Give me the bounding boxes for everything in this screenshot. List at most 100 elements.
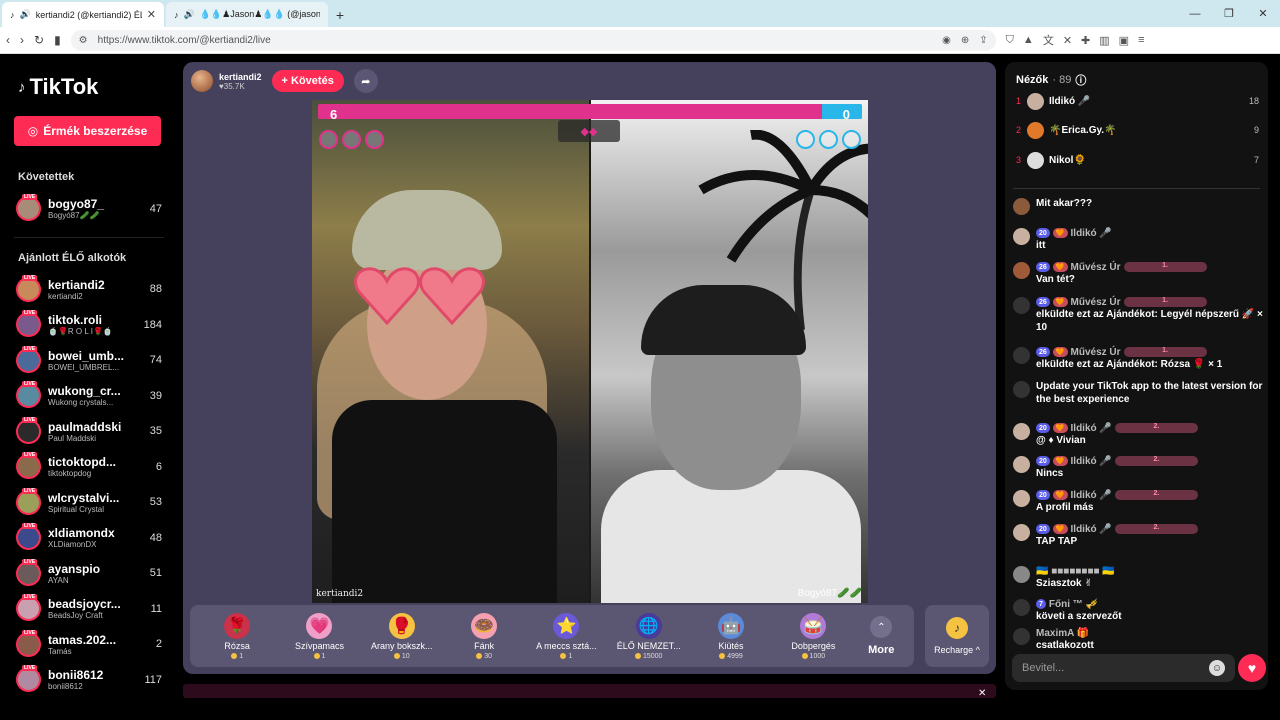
viewer-score: 9 <box>1253 125 1259 135</box>
message-username[interactable]: MaximA 🎁 <box>1036 628 1089 639</box>
new-tab-button[interactable]: + <box>328 2 352 27</box>
wallet-icon[interactable]: ▣ <box>1119 34 1129 47</box>
creator-item[interactable]: LIVE bowei_umb... BOWEI_UMBREL... 74 <box>14 343 162 379</box>
cast-icon[interactable]: ◉ <box>942 35 951 46</box>
host-name[interactable]: kertiandi2 <box>219 72 262 82</box>
more-gifts-button[interactable]: ⌃ More <box>855 616 909 656</box>
extension-icon[interactable]: ✕ <box>1063 34 1072 47</box>
address-bar[interactable]: ⚙ https://www.tiktok.com/@kertiandi2/liv… <box>70 29 996 51</box>
message-meta: MaximA 🎁 <box>1036 627 1263 639</box>
message-username[interactable]: Ildikó 🎤 <box>1071 228 1112 239</box>
supporter-avatar[interactable] <box>319 130 338 149</box>
tiktok-logo[interactable]: ♪ TikTok <box>18 70 162 104</box>
browser-tab-inactive[interactable]: ♪ 🔊 💧💧♟Jason♟💧💧 (@jason_sam <box>166 2 328 27</box>
gift-name: Arany bokszk... <box>371 640 433 651</box>
chat-input-placeholder[interactable]: Bevitel... <box>1022 662 1064 674</box>
viewer-rank-row[interactable]: 3 Nikol🌻 7 <box>1016 150 1259 170</box>
share-icon[interactable]: ⇪ <box>979 35 987 46</box>
banner-close-icon[interactable]: ✕ <box>978 688 986 699</box>
message-avatar[interactable] <box>1013 456 1030 473</box>
puzzle-icon[interactable]: ✚ <box>1081 34 1090 47</box>
gift-item[interactable]: 🥁 Dobpergés 1000 <box>772 612 854 660</box>
share-button[interactable]: ➦ <box>353 69 378 93</box>
gift-item[interactable]: 💗 Szívpamacs 1 <box>278 612 360 660</box>
creator-item[interactable]: LIVE tictoktopd... tiktoktopdog 6 <box>14 449 162 485</box>
browser-tab-active[interactable]: ♪ 🔊 kertiandi2 (@kertiandi2) ÉLŐ ✕ <box>2 2 164 27</box>
url-text[interactable]: https://www.tiktok.com/@kertiandi2/live <box>98 35 933 46</box>
creator-item[interactable]: LIVE kertiandi2 kertiandi2 88 <box>14 272 162 308</box>
message-avatar[interactable] <box>1013 490 1030 507</box>
get-coins-button[interactable]: ◎ Érmék beszerzése <box>14 116 161 146</box>
creator-item[interactable]: LIVE wukong_cr... Wukong crystals... 39 <box>14 378 162 414</box>
gift-item[interactable]: ⭐ A meccs sztá... 1 <box>525 612 607 660</box>
message-username[interactable]: Ildikó 🎤 <box>1071 456 1112 467</box>
supporter-avatar[interactable] <box>796 130 815 149</box>
message-username[interactable]: 🇺🇦 ■■■■■■■■ 🇺🇦 <box>1036 566 1115 577</box>
gift-item[interactable]: 🥊 Arany bokszk... 10 <box>361 612 443 660</box>
message-username[interactable]: Művész Úr <box>1071 347 1121 358</box>
message-avatar[interactable] <box>1013 297 1030 314</box>
gift-item[interactable]: 🌹 Rózsa 1 <box>196 612 278 660</box>
message-avatar[interactable] <box>1013 198 1030 215</box>
viewer-rank-row[interactable]: 1 Ildikó 🎤 18 <box>1016 91 1259 111</box>
message-avatar[interactable] <box>1013 599 1030 616</box>
supporter-avatar[interactable] <box>819 130 838 149</box>
message-username[interactable]: Főni ™ 🎺 <box>1049 599 1098 610</box>
creator-name: kertiandi2 <box>48 277 105 292</box>
follow-button[interactable]: + Követés <box>271 70 344 92</box>
creator-item[interactable]: LIVE ayanspio AYAN 51 <box>14 556 162 592</box>
forward-icon[interactable]: › <box>20 33 24 47</box>
minimize-icon[interactable]: — <box>1178 0 1212 27</box>
viewer-count: 48 <box>149 531 162 544</box>
recharge-button[interactable]: ♪ Recharge ^ <box>925 605 989 667</box>
chat-input[interactable]: Bevitel... ☺ <box>1012 654 1235 682</box>
bookmark-icon[interactable]: ▮ <box>54 33 61 47</box>
creator-item[interactable]: LIVE wlcrystalvi... Spiritual Crystal 53 <box>14 485 162 521</box>
triangle-icon[interactable]: ▲ <box>1023 34 1034 46</box>
like-button[interactable]: ♥ <box>1238 654 1266 682</box>
message-username[interactable]: Ildikó 🎤 <box>1071 524 1112 535</box>
gift-item[interactable]: 🌐 ÉLŐ NEMZET... 15000 <box>608 612 690 660</box>
message-avatar[interactable] <box>1013 381 1030 398</box>
supporter-avatar[interactable] <box>342 130 361 149</box>
gift-item[interactable]: 🍩 Fánk 30 <box>443 612 525 660</box>
message-avatar[interactable] <box>1013 566 1030 583</box>
translate-icon[interactable]: 文 <box>1043 32 1054 48</box>
restore-icon[interactable]: ❐ <box>1212 0 1246 27</box>
creator-name: beadsjoycr... <box>48 597 121 612</box>
message-avatar[interactable] <box>1013 524 1030 541</box>
gift-item[interactable]: 🤖 Kiütés 4999 <box>690 612 772 660</box>
creator-item[interactable]: LIVE tiktok.roli 🍵🌹R O L I🌹🍵 184 <box>14 307 162 343</box>
supporter-avatar[interactable] <box>842 130 861 149</box>
shield-icon[interactable]: ⛉ <box>1006 34 1014 47</box>
reload-icon[interactable]: ↻ <box>34 33 44 47</box>
message-username[interactable]: Művész Úr <box>1071 297 1121 308</box>
sidebar-icon[interactable]: ▥ <box>1099 34 1109 47</box>
message-avatar[interactable] <box>1013 262 1030 279</box>
message-username[interactable]: Ildikó 🎤 <box>1071 423 1112 434</box>
info-icon[interactable]: ⓘ <box>1075 72 1086 88</box>
creator-item[interactable]: LIVE tamas.202... Tamás 2 <box>14 627 162 663</box>
menu-icon[interactable]: ≡ <box>1138 34 1144 46</box>
host-avatar[interactable] <box>191 70 213 92</box>
creator-item[interactable]: LIVE bogyo87_ Bogyó87🥒🥒 47 <box>14 191 162 227</box>
creator-item[interactable]: LIVE xldiamondx XLDiamonDX 48 <box>14 520 162 556</box>
tab-close-icon[interactable]: ✕ <box>147 8 156 21</box>
viewer-rank-row[interactable]: 2 🌴Erica.Gy.🌴 9 <box>1016 120 1259 140</box>
emoji-icon[interactable]: ☺ <box>1209 660 1225 676</box>
supporter-avatar[interactable] <box>365 130 384 149</box>
zoom-icon[interactable]: ⊕ <box>961 35 969 46</box>
message-avatar[interactable] <box>1013 628 1030 645</box>
message-avatar[interactable] <box>1013 423 1030 440</box>
battle-video[interactable]: 6 0 ◆◆ kertiandi2 Bogyó87🥒🥒 <box>312 100 868 603</box>
close-window-icon[interactable]: ✕ <box>1246 0 1280 27</box>
message-avatar[interactable] <box>1013 347 1030 364</box>
message-username[interactable]: Ildikó 🎤 <box>1071 490 1112 501</box>
creator-item[interactable]: LIVE beadsjoycr... BeadsJoy Craft 11 <box>14 591 162 627</box>
site-settings-icon[interactable]: ⚙ <box>79 35 88 46</box>
message-username[interactable]: Művész Úr <box>1071 262 1121 273</box>
message-avatar[interactable] <box>1013 228 1030 245</box>
creator-item[interactable]: LIVE paulmaddski Paul Maddski 35 <box>14 414 162 450</box>
back-icon[interactable]: ‹ <box>6 33 10 47</box>
creator-item[interactable]: LIVE bonii8612 bonii8612 117 <box>14 662 162 698</box>
